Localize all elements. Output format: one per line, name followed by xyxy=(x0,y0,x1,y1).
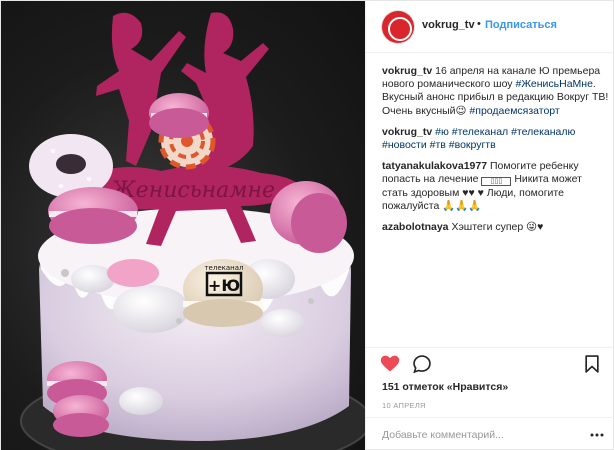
separator-dot: • xyxy=(477,18,481,30)
post-date[interactable]: 10 АПРЕЛЯ xyxy=(382,401,426,410)
more-options-icon[interactable] xyxy=(590,430,604,440)
macaron-left-pink xyxy=(48,187,138,244)
hashtag-link[interactable]: #продаемсязаторт xyxy=(469,105,559,117)
heart-icon[interactable] xyxy=(380,354,400,374)
instagram-post: Женисьнамне телеканал +Ю vokrug_tv • Под… xyxy=(0,0,614,450)
post-sidebar: vokrug_tv • Подписаться vokrug_tv 16 апр… xyxy=(365,1,614,450)
hashtag-link[interactable]: #ЖенисьНаМне xyxy=(515,78,592,90)
comment-item: tatyanakulakova1977 Помогите ребенку поп… xyxy=(382,160,610,213)
macaron-stack-bottom xyxy=(47,361,109,437)
comment-username[interactable]: azabolotnaya xyxy=(382,221,449,233)
post-header: vokrug_tv • Подписаться xyxy=(366,1,614,53)
comment-text: Хэштеги супер 😜♥ xyxy=(448,221,544,234)
add-comment-bar xyxy=(366,417,614,450)
topper-text: Женисьнамне xyxy=(109,178,275,203)
comment-username[interactable]: vokrug_tv xyxy=(382,65,432,77)
macaron-label-top: телеканал xyxy=(204,264,243,272)
cake-illustration: Женисьнамне телеканал +Ю xyxy=(20,12,365,450)
macaron-label-main: +Ю xyxy=(208,276,240,295)
avatar[interactable] xyxy=(382,11,414,43)
marshmallow-bottom xyxy=(119,387,163,415)
speech-bubble-icon[interactable] xyxy=(412,354,432,374)
action-bar xyxy=(366,347,614,377)
meringue xyxy=(107,259,159,287)
comment-username[interactable]: vokrug_tv xyxy=(382,126,432,138)
likes-count[interactable]: 151 отметок «Нравится» xyxy=(382,381,508,393)
comment-username[interactable]: tatyanakulakova1977 xyxy=(382,160,487,172)
comment-input[interactable] xyxy=(382,426,582,444)
comment-item: vokrug_tv 16 апреля на канале Ю премьера… xyxy=(382,65,610,118)
unrendered-glyph-box: ▯▯▯ xyxy=(481,177,512,187)
comment-item: azabolotnaya Хэштеги супер 😜♥ xyxy=(382,221,610,234)
post-photo[interactable]: Женисьнамне телеканал +Ю xyxy=(1,1,365,450)
comments-list: vokrug_tv 16 апреля на канале Ю премьера… xyxy=(382,65,610,242)
follow-button[interactable]: Подписаться xyxy=(485,19,557,31)
comment-item: vokrug_tv #ю #телеканал #телеканалю #нов… xyxy=(382,126,610,152)
bookmark-icon[interactable] xyxy=(582,354,602,374)
username-link[interactable]: vokrug_tv xyxy=(422,19,475,31)
macaron-top-pink xyxy=(149,93,209,138)
